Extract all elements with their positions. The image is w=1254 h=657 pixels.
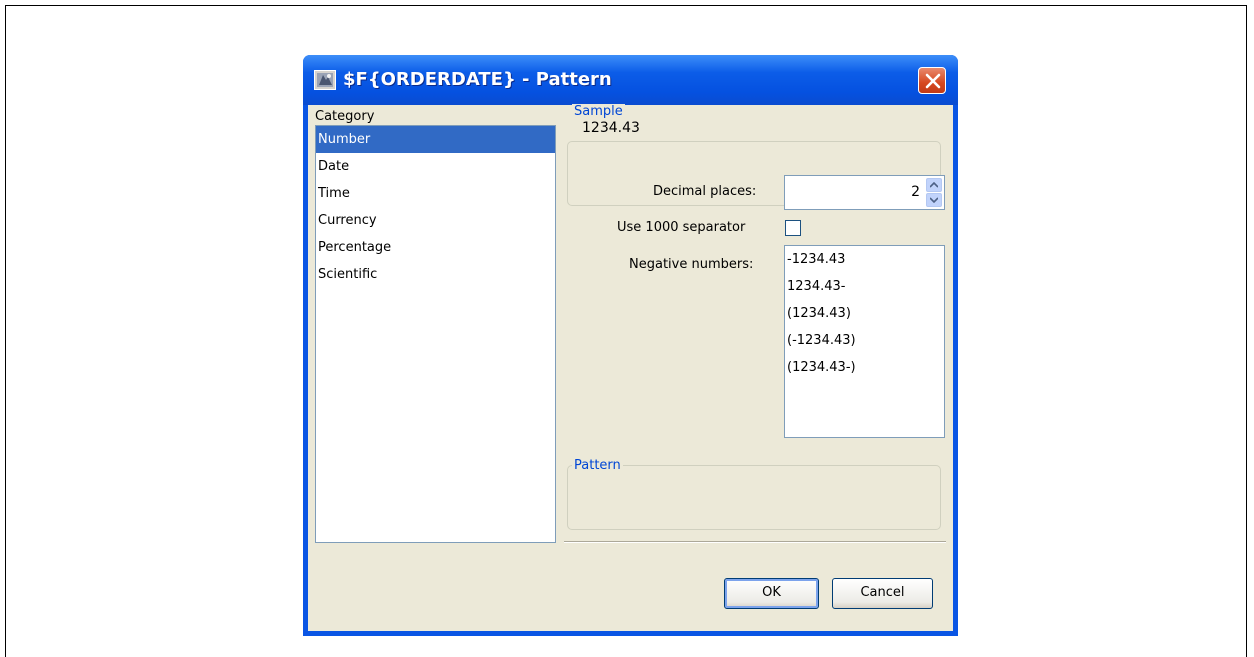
category-item-percentage[interactable]: Percentage <box>316 234 555 261</box>
category-item-number[interactable]: Number <box>316 126 555 153</box>
ok-button[interactable]: OK <box>724 578 819 609</box>
spin-down-icon <box>930 197 938 203</box>
decimal-places-spinner[interactable]: 2 <box>784 175 945 210</box>
dialog-title: $F{ORDERDATE} - Pattern <box>343 69 612 90</box>
negative-numbers-label: Negative numbers: <box>629 257 754 272</box>
dialog-body: Category Number Date Time Currency Perce… <box>308 104 953 631</box>
negative-format-item[interactable]: (1234.43-) <box>785 354 944 381</box>
category-list[interactable]: Number Date Time Currency Percentage Sci… <box>315 125 556 543</box>
negative-format-item[interactable]: (-1234.43) <box>785 327 944 354</box>
title-bar[interactable]: $F{ORDERDATE} - Pattern <box>303 55 958 105</box>
negative-format-item[interactable]: 1234.43- <box>785 273 944 300</box>
spin-up-button[interactable] <box>926 178 942 192</box>
sample-value: 1234.43 <box>582 120 640 136</box>
spin-down-button[interactable] <box>926 193 942 207</box>
separator-label: Use 1000 separator <box>617 220 746 235</box>
decimal-places-value: 2 <box>911 184 920 200</box>
separator-checkbox[interactable] <box>785 220 801 236</box>
spin-up-icon <box>930 182 938 188</box>
category-item-date[interactable]: Date <box>316 153 555 180</box>
pattern-group-title: Pattern <box>572 458 623 473</box>
category-label: Category <box>315 109 375 124</box>
sample-group-title: Sample <box>572 104 625 119</box>
pattern-dialog: $F{ORDERDATE} - Pattern Category Number … <box>303 55 958 636</box>
category-item-scientific[interactable]: Scientific <box>316 261 555 288</box>
app-icon <box>314 70 336 90</box>
negative-numbers-list[interactable]: -1234.43 1234.43- (1234.43) (-1234.43) (… <box>784 245 945 438</box>
negative-format-item[interactable]: -1234.43 <box>785 246 944 273</box>
category-item-currency[interactable]: Currency <box>316 207 555 234</box>
close-button[interactable] <box>918 67 946 94</box>
negative-format-item[interactable]: (1234.43) <box>785 300 944 327</box>
button-divider <box>564 541 946 543</box>
category-item-time[interactable]: Time <box>316 180 555 207</box>
cancel-button[interactable]: Cancel <box>832 578 933 609</box>
decimal-places-label: Decimal places: <box>653 184 757 199</box>
pattern-group <box>567 465 941 530</box>
close-icon <box>925 73 941 89</box>
